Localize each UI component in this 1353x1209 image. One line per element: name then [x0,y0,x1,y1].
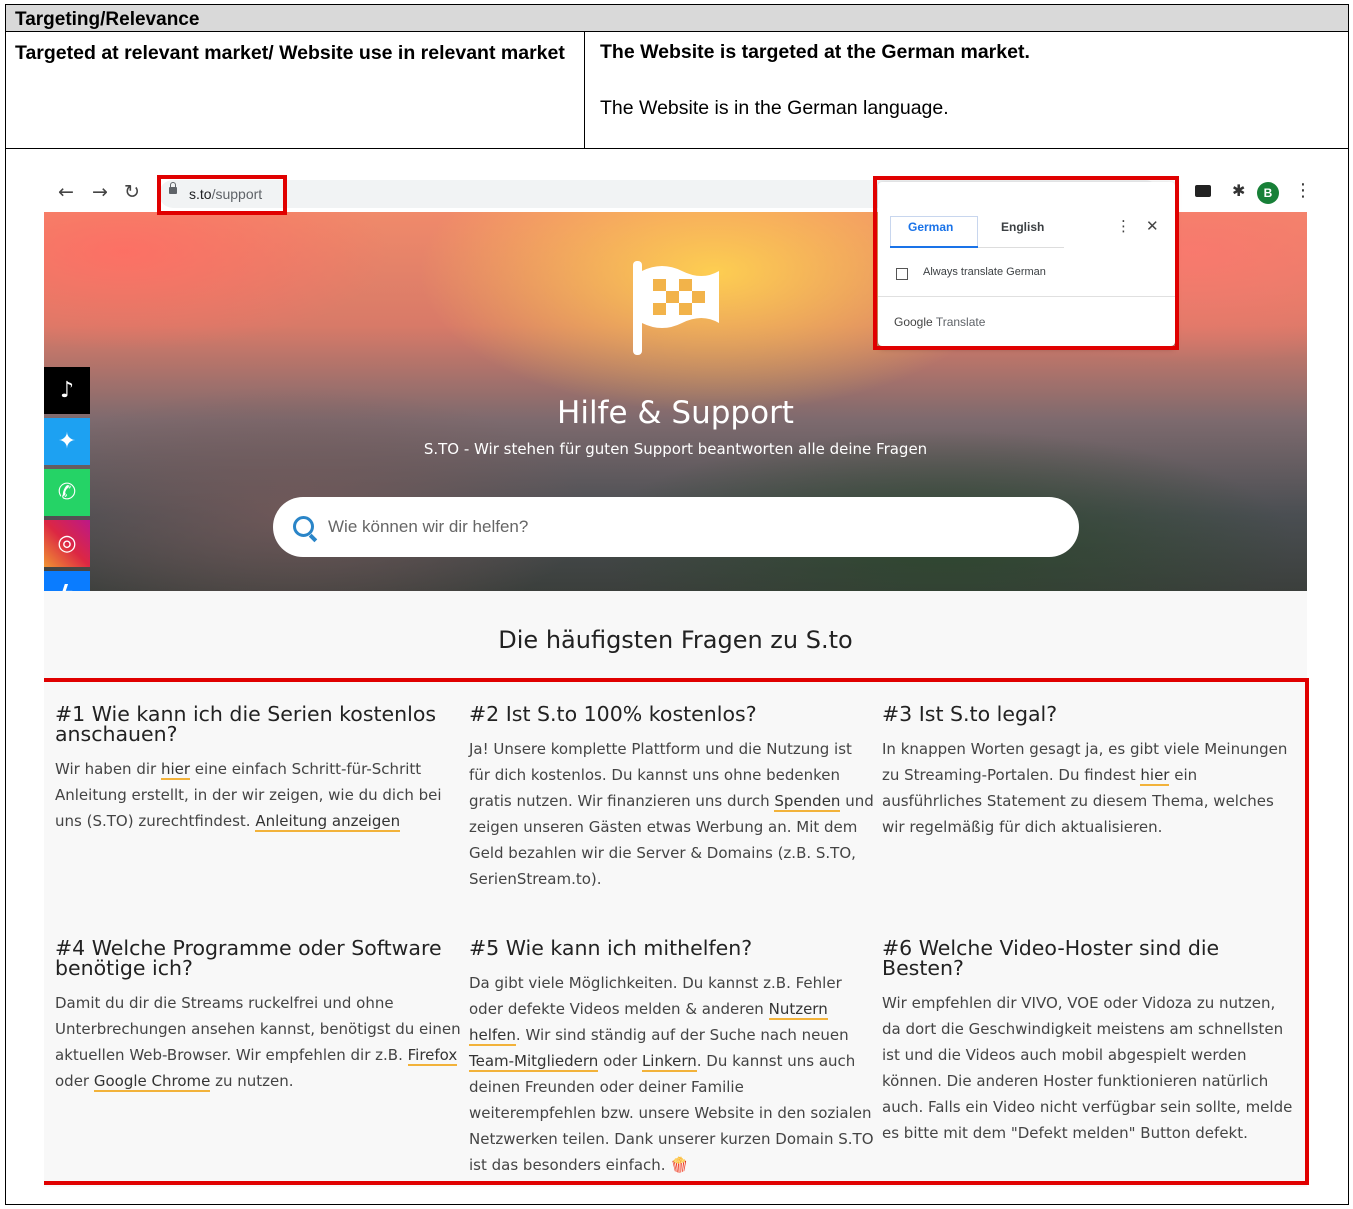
forward-arrow-icon[interactable]: → [88,180,112,204]
url-highlight-box [157,175,287,215]
row-label-cell: Targeted at relevant market/ Website use… [6,32,585,148]
table-header: Targeting/Relevance [6,5,1348,32]
instagram-icon[interactable]: ◎ [44,520,90,567]
translate-highlight-box [873,176,1179,350]
profile-avatar[interactable]: B [1257,182,1279,204]
faq-heading: Die häufigsten Fragen zu S.to [498,626,853,654]
reload-icon[interactable]: ↻ [120,180,144,204]
twitter-icon[interactable]: ✦ [44,418,90,465]
faq-highlight-box [44,678,1309,1185]
section-title: Targeting/Relevance [15,9,200,30]
hero-subtitle: S.TO - Wir stehen für guten Support bean… [423,440,928,458]
clapperboard-extension-icon[interactable] [1195,185,1211,197]
extensions-puzzle-icon[interactable]: ✱ [1232,181,1245,200]
row-label: Targeted at relevant market/ Website use… [15,42,565,64]
back-arrow-icon[interactable]: ← [54,180,78,204]
search-icon [293,516,314,537]
help-search-input[interactable]: Wie können wir dir helfen? [273,497,1079,557]
checkered-flag-icon [633,261,719,355]
finding-2: The Website is in the German language. [600,97,949,119]
browser-menu-icon[interactable]: ⋮ [1294,180,1312,201]
search-placeholder: Wie können wir dir helfen? [328,517,529,536]
whatsapp-icon[interactable]: ✆ [44,469,90,516]
hero-title: Hilfe & Support [557,395,794,431]
finding-1: The Website is targeted at the German ma… [600,41,1030,63]
tiktok-icon[interactable]: ♪ [44,367,90,414]
browser-screenshot: ← → ↻ s.to/support G文 ☆ ✱ B ⋮ Hilfe & [44,175,1312,1187]
table-row: Targeted at relevant market/ Website use… [6,32,1348,149]
